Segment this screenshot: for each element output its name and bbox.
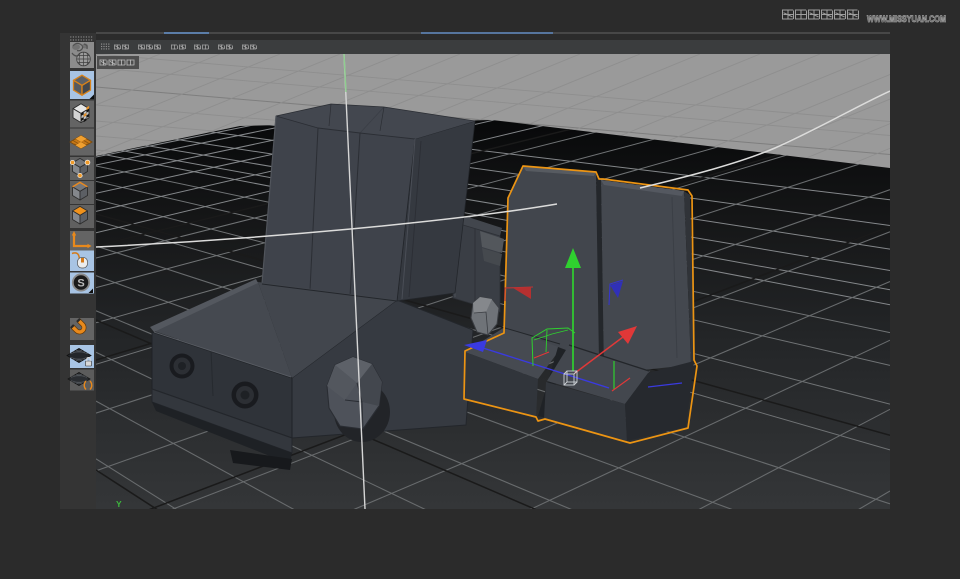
svg-text:Y: Y: [116, 499, 122, 509]
svg-text:S: S: [77, 278, 84, 290]
svg-text:WWW.MISSYUAN.COM: WWW.MISSYUAN.COM: [867, 14, 946, 25]
